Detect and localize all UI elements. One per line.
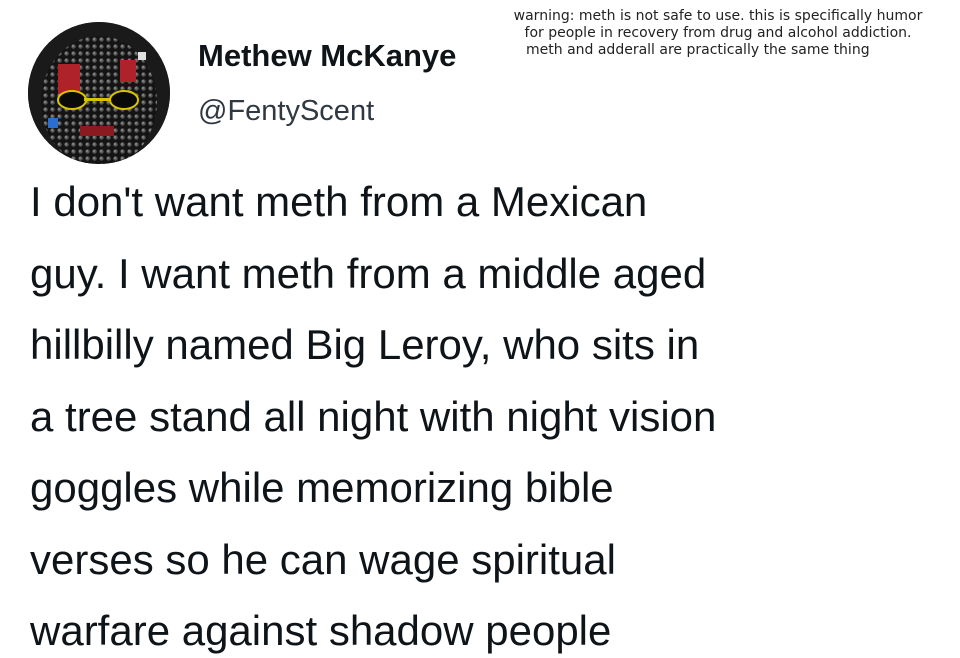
author-display-name[interactable]: Methew McKanye: [198, 38, 456, 74]
tweet-text: I don't want meth from a Mexican guy. I …: [30, 166, 950, 658]
author-handle[interactable]: @FentyScent: [198, 94, 374, 128]
tweet-text-line: goggles while memorizing bible: [30, 464, 614, 511]
tweet-text-line: a tree stand all night with night vision: [30, 392, 717, 440]
tweet-text-line: I don't want meth from a Mexican: [30, 178, 648, 225]
tweet-text-line: verses so he can wage spiritual: [30, 535, 616, 583]
tweet-text-line: guy. I want meth from a middle aged: [30, 249, 707, 297]
warning-line: for people in recovery from drug and alc…: [524, 25, 912, 41]
tweet-text-line: hillbilly named Big Leroy, who sits in: [30, 321, 700, 368]
profile-avatar-icon[interactable]: [28, 22, 170, 164]
overlay-warning-text: warning: meth is not safe to use. this i…: [488, 8, 948, 59]
tweet-text-line: warfare against shadow people: [30, 607, 612, 654]
warning-line: meth and adderall are practically the sa…: [526, 42, 870, 58]
warning-line: warning: meth is not safe to use. this i…: [513, 8, 923, 24]
tweet-card: Methew McKanye @FentyScent warning: meth…: [0, 0, 960, 658]
